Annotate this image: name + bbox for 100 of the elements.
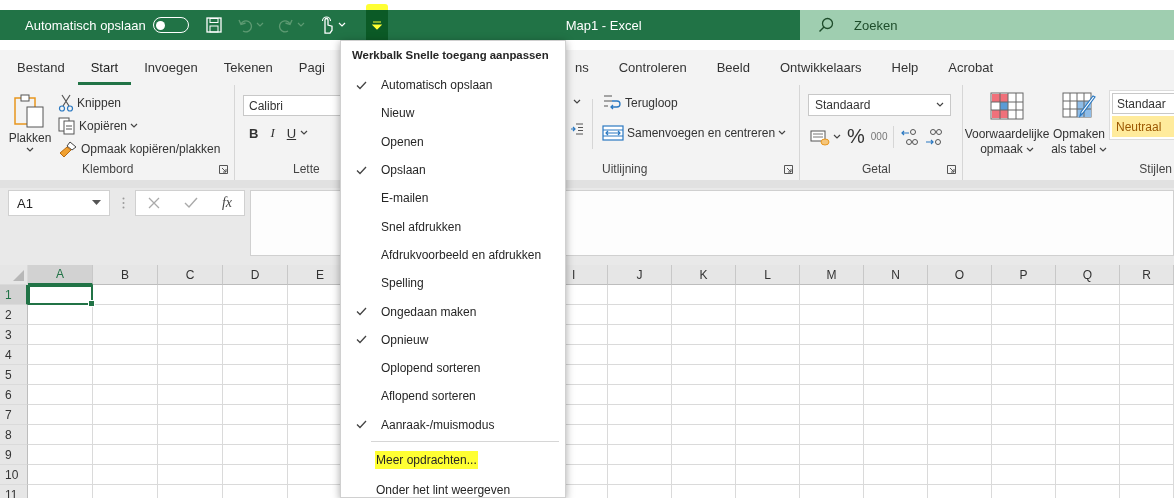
grid-cell[interactable]	[1056, 425, 1120, 445]
grid-cell[interactable]	[223, 345, 288, 365]
grid-cell[interactable]	[608, 425, 672, 445]
grid-cell[interactable]	[864, 445, 928, 465]
grid-cell[interactable]	[158, 365, 223, 385]
grid-cell[interactable]	[928, 405, 992, 425]
row-header[interactable]: 2	[0, 305, 28, 325]
number-format-dropdown[interactable]: Standaard	[808, 94, 951, 116]
grid-cell[interactable]	[93, 465, 158, 485]
cancel-button[interactable]	[147, 197, 160, 209]
grid-cell[interactable]	[28, 465, 93, 485]
percent-button[interactable]: %	[847, 125, 865, 148]
grid-cell[interactable]	[158, 345, 223, 365]
grid-cell[interactable]	[736, 325, 800, 345]
grid-cell[interactable]	[608, 365, 672, 385]
column-header[interactable]: M	[800, 265, 864, 285]
column-header[interactable]: B	[93, 265, 158, 285]
grid-cell[interactable]	[736, 365, 800, 385]
grid-cell[interactable]	[608, 305, 672, 325]
clipboard-command[interactable]: Knippen	[58, 93, 221, 113]
grid-cell[interactable]	[223, 425, 288, 445]
grid-cell[interactable]	[608, 405, 672, 425]
grid-cell[interactable]	[28, 405, 93, 425]
grid-cell[interactable]	[223, 325, 288, 345]
grid-cell[interactable]	[992, 325, 1056, 345]
grid-cell[interactable]	[223, 465, 288, 485]
menu-item[interactable]: Opnieuw	[341, 325, 565, 354]
menu-item[interactable]: Aflopend sorteren	[341, 382, 565, 411]
menu-item[interactable]: Ongedaan maken	[341, 297, 565, 326]
grid-cell[interactable]	[158, 445, 223, 465]
grid-cell[interactable]	[928, 385, 992, 405]
enter-button[interactable]	[183, 197, 198, 209]
grid-cell[interactable]	[992, 365, 1056, 385]
grid-cell[interactable]	[928, 285, 992, 305]
active-cell[interactable]	[28, 285, 93, 305]
grid-cell[interactable]	[736, 425, 800, 445]
grid-cell[interactable]	[928, 365, 992, 385]
grid-cell[interactable]	[736, 345, 800, 365]
row-header[interactable]: 5	[0, 365, 28, 385]
grid-cell[interactable]	[93, 305, 158, 325]
grid-cell[interactable]	[158, 285, 223, 305]
grid-cell[interactable]	[1056, 365, 1120, 385]
column-header[interactable]: O	[928, 265, 992, 285]
grid-cell[interactable]	[992, 425, 1056, 445]
customize-button[interactable]	[365, 4, 388, 40]
ribbon-tab[interactable]: Pagi	[285, 50, 338, 85]
grid-cell[interactable]	[864, 465, 928, 485]
column-header[interactable]: A	[28, 265, 93, 285]
grid-cell[interactable]	[736, 445, 800, 465]
grid-cell[interactable]	[800, 425, 864, 445]
menu-item[interactable]: Aanraak-/muismodus	[341, 410, 565, 439]
grid-cell[interactable]	[93, 325, 158, 345]
ribbon-tab[interactable]: Invoegen	[131, 50, 211, 85]
grid-cell[interactable]	[158, 325, 223, 345]
grid-cell[interactable]	[28, 365, 93, 385]
grid-cell[interactable]	[800, 385, 864, 405]
grid-cell[interactable]	[93, 285, 158, 305]
grid-cell[interactable]	[158, 465, 223, 485]
grid-cell[interactable]	[93, 405, 158, 425]
row-header[interactable]: 6	[0, 385, 28, 405]
grid-cell[interactable]	[992, 385, 1056, 405]
grid-cell[interactable]	[158, 305, 223, 325]
ribbon-tab[interactable]: Acrobat	[933, 50, 1009, 85]
grid-cell[interactable]	[672, 385, 736, 405]
column-header[interactable]: D	[223, 265, 288, 285]
grid-cell[interactable]	[1120, 385, 1174, 405]
grid-cell[interactable]	[223, 385, 288, 405]
column-header[interactable]: P	[992, 265, 1056, 285]
menu-item[interactable]: Opslaan	[341, 155, 565, 185]
grid-cell[interactable]	[992, 445, 1056, 465]
grid-cell[interactable]	[158, 425, 223, 445]
grid-cell[interactable]	[223, 445, 288, 465]
ribbon-tab[interactable]: Bestand	[17, 50, 78, 85]
grid-cell[interactable]	[992, 345, 1056, 365]
grid-cell[interactable]	[223, 405, 288, 425]
grid-cell[interactable]	[158, 405, 223, 425]
grid-cell[interactable]	[608, 385, 672, 405]
format-button[interactable]: U	[286, 125, 309, 141]
grid-cell[interactable]	[800, 365, 864, 385]
grid-cell[interactable]	[28, 325, 93, 345]
grid-cell[interactable]	[1056, 285, 1120, 305]
row-header[interactable]: 4	[0, 345, 28, 365]
grid-cell[interactable]	[864, 425, 928, 445]
format-button[interactable]: I	[270, 125, 275, 141]
menu-item[interactable]: Meer opdrachten...	[374, 450, 479, 469]
grid-cell[interactable]	[672, 365, 736, 385]
grid-cell[interactable]	[93, 385, 158, 405]
grid-cell[interactable]	[28, 385, 93, 405]
grid-cell[interactable]	[93, 425, 158, 445]
column-header[interactable]: L	[736, 265, 800, 285]
grid-cell[interactable]	[1056, 405, 1120, 425]
grid-cell[interactable]	[864, 285, 928, 305]
grid-cell[interactable]	[28, 425, 93, 445]
row-header[interactable]: 7	[0, 405, 28, 425]
grid-cell[interactable]	[608, 445, 672, 465]
grid-cell[interactable]	[1056, 465, 1120, 485]
grid-cell[interactable]	[158, 385, 223, 405]
grid-cell[interactable]	[1056, 345, 1120, 365]
grid-cell[interactable]	[672, 465, 736, 485]
ribbon-tab[interactable]: Help	[876, 50, 934, 85]
